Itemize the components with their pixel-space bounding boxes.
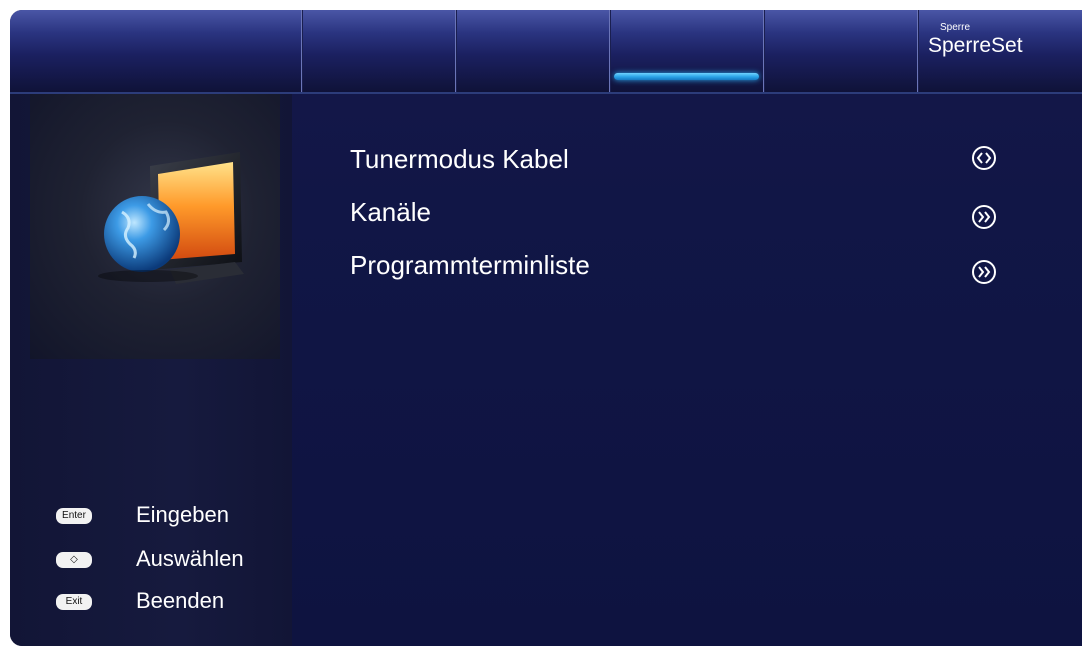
hint-select: ◇ Auswählen (56, 546, 292, 576)
tab-1[interactable] (10, 10, 301, 92)
hint-enter: Enter Eingeben (56, 502, 292, 532)
double-chevron-right-icon[interactable] (970, 258, 998, 286)
menu-item-label: Tunermodus Kabel (350, 144, 569, 174)
left-right-key-icon: ◇ (56, 552, 92, 568)
tab-label: SperreSet (928, 34, 1023, 57)
tab-5[interactable] (763, 10, 917, 92)
selected-tab-indicator (614, 73, 759, 80)
left-right-arrows-icon[interactable] (970, 144, 998, 172)
hint-exit: Exit Beenden (56, 588, 292, 618)
menu-item-tunermodus[interactable]: Tunermodus Kabel (350, 144, 1040, 188)
tv-globe-icon (30, 94, 280, 359)
settings-window: Sperre SperreSet Enter Eingeben ◇ Auswäh… (10, 10, 1082, 646)
tab-bar: Sperre SperreSet (10, 10, 1082, 94)
menu-panel: Tunermodus Kabel Kanäle Programmterminli… (292, 94, 1082, 646)
tab-small-label: Sperre (940, 22, 971, 33)
tab-sperre[interactable]: Sperre SperreSet (917, 10, 1082, 92)
tab-3[interactable] (455, 10, 609, 92)
menu-item-kanaele[interactable]: Kanäle (350, 197, 1040, 241)
menu-item-label: Programmterminliste (350, 250, 590, 280)
hint-label: Eingeben (136, 502, 229, 527)
hint-label: Beenden (136, 588, 225, 613)
menu-item-programmterminliste[interactable]: Programmterminliste (350, 250, 1040, 294)
hint-label: Auswählen (136, 546, 244, 571)
enter-key-icon: Enter (56, 508, 92, 524)
exit-key-icon: Exit (56, 594, 92, 610)
side-panel: Enter Eingeben ◇ Auswählen Exit Beenden (10, 94, 292, 646)
tab-4-selected[interactable] (609, 10, 763, 92)
menu-item-label: Kanäle (350, 197, 431, 227)
double-chevron-right-icon[interactable] (970, 203, 998, 231)
tab-2[interactable] (301, 10, 455, 92)
